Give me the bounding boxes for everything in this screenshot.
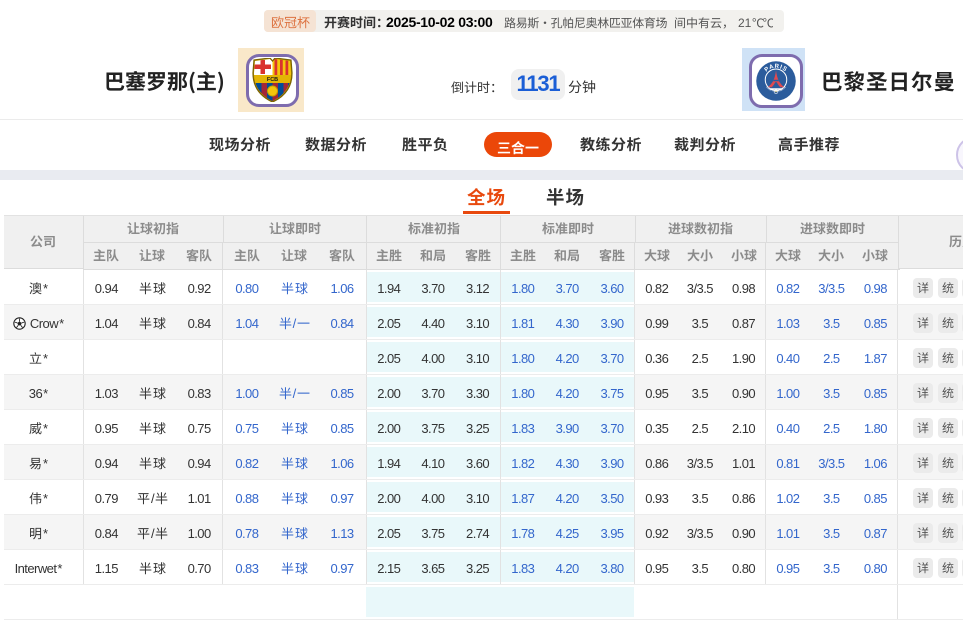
svg-text:FCB: FCB [266,77,277,83]
